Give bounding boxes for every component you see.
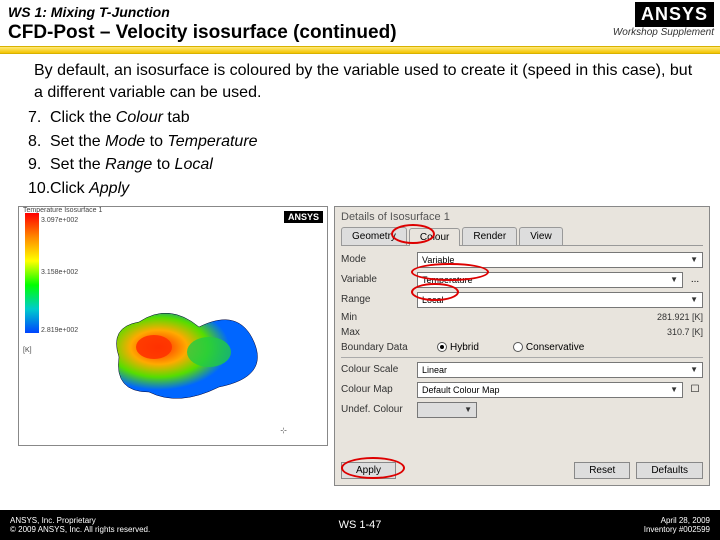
slide-header: WS 1: Mixing T-Junction CFD-Post – Veloc… bbox=[0, 0, 720, 46]
colourmap-browse-button[interactable]: ☐ bbox=[687, 384, 703, 395]
min-label: Min bbox=[341, 312, 413, 323]
colourmap-row: Colour Map Default Colour Map▼ ☐ bbox=[341, 382, 703, 398]
variable-browse-button[interactable]: ... bbox=[687, 274, 703, 285]
max-label: Max bbox=[341, 327, 413, 338]
variable-select[interactable]: Temperature▼ bbox=[417, 272, 683, 288]
footer-right: April 28, 2009 Inventory #002599 bbox=[644, 516, 710, 534]
logo-subtitle: Workshop Supplement bbox=[594, 27, 714, 38]
viz-logo: ANSYS bbox=[284, 211, 323, 223]
range-select[interactable]: Local▼ bbox=[417, 292, 703, 308]
tab-view[interactable]: View bbox=[519, 227, 563, 245]
range-label: Range bbox=[341, 294, 413, 305]
max-value: 310.7 [K] bbox=[667, 327, 703, 337]
step-list: 7.Click the Colour tab 8.Set the Mode to… bbox=[28, 107, 702, 199]
colourscale-select[interactable]: Linear▼ bbox=[417, 362, 703, 378]
undefcolour-row: Undef. Colour ▼ bbox=[341, 402, 703, 418]
step-9: 9.Set the Range to Local bbox=[28, 154, 702, 176]
legend-unit: [K] bbox=[23, 347, 32, 354]
legend-min: 2.819e+002 bbox=[41, 327, 78, 334]
legend-mid: 3.158e+002 bbox=[41, 269, 78, 276]
step-8: 8.Set the Mode to Temperature bbox=[28, 131, 702, 153]
chevron-down-icon: ▼ bbox=[670, 385, 678, 394]
undefcolour-swatch[interactable]: ▼ bbox=[417, 402, 477, 418]
max-row: Max 310.7 [K] bbox=[341, 327, 703, 338]
axis-triad: ⊹ bbox=[280, 426, 287, 435]
tab-geometry[interactable]: Geometry bbox=[341, 227, 407, 245]
boundary-label: Boundary Data bbox=[341, 342, 413, 353]
colourscale-row: Colour Scale Linear▼ bbox=[341, 362, 703, 378]
chevron-down-icon: ▼ bbox=[690, 295, 698, 304]
panel-title: Details of Isosurface 1 bbox=[341, 211, 703, 223]
colourmap-label: Colour Map bbox=[341, 384, 413, 395]
footer-left: ANSYS, Inc. Proprietary © 2009 ANSYS, In… bbox=[10, 516, 150, 534]
apply-button[interactable]: Apply bbox=[341, 462, 396, 479]
step-10: 10.Click Apply bbox=[28, 178, 702, 200]
panel-buttons: Apply Reset Defaults bbox=[341, 462, 703, 479]
mode-select[interactable]: Variable▼ bbox=[417, 252, 703, 268]
color-legend bbox=[25, 213, 39, 333]
variable-row: Variable Temperature▼ ... bbox=[341, 272, 703, 288]
min-value: 281.921 [K] bbox=[657, 312, 703, 322]
slide-number: WS 1-47 bbox=[339, 519, 382, 531]
undefcolour-label: Undef. Colour bbox=[341, 404, 413, 415]
colourmap-select[interactable]: Default Colour Map▼ bbox=[417, 382, 683, 398]
visualization-window: Temperature Isosurface 1 3.097e+002 3.15… bbox=[18, 206, 328, 446]
chevron-down-icon: ▼ bbox=[670, 275, 678, 284]
defaults-button[interactable]: Defaults bbox=[636, 462, 703, 479]
chevron-down-icon: ▼ bbox=[690, 255, 698, 264]
min-row: Min 281.921 [K] bbox=[341, 312, 703, 323]
variable-label: Variable bbox=[341, 274, 413, 285]
reset-button[interactable]: Reset bbox=[574, 462, 630, 479]
colourscale-label: Colour Scale bbox=[341, 364, 413, 375]
logo-area: ANSYS Workshop Supplement bbox=[594, 2, 714, 38]
details-panel: Details of Isosurface 1 Geometry Colour … bbox=[334, 206, 710, 486]
divider-bar bbox=[0, 46, 720, 54]
slide-footer: ANSYS, Inc. Proprietary © 2009 ANSYS, In… bbox=[0, 510, 720, 540]
tab-bar: Geometry Colour Render View bbox=[341, 227, 703, 246]
ansys-logo: ANSYS bbox=[635, 2, 714, 27]
divider bbox=[341, 357, 703, 358]
tab-render[interactable]: Render bbox=[462, 227, 517, 245]
tab-colour[interactable]: Colour bbox=[409, 228, 460, 246]
images-row: Temperature Isosurface 1 3.097e+002 3.15… bbox=[0, 206, 720, 486]
chevron-down-icon: ▼ bbox=[464, 405, 472, 414]
slide-content: By default, an isosurface is coloured by… bbox=[0, 54, 720, 200]
step-7: 7.Click the Colour tab bbox=[28, 107, 702, 129]
mode-label: Mode bbox=[341, 254, 413, 265]
chevron-down-icon: ▼ bbox=[690, 365, 698, 374]
boundary-row: Boundary Data Hybrid Conservative bbox=[341, 342, 703, 353]
isosurface-render bbox=[99, 297, 279, 417]
mode-row: Mode Variable▼ bbox=[341, 252, 703, 268]
conservative-radio[interactable]: Conservative bbox=[513, 342, 584, 353]
intro-text: By default, an isosurface is coloured by… bbox=[34, 60, 702, 103]
legend-max: 3.097e+002 bbox=[41, 217, 78, 224]
hybrid-radio[interactable]: Hybrid bbox=[437, 342, 479, 353]
range-row: Range Local▼ bbox=[341, 292, 703, 308]
